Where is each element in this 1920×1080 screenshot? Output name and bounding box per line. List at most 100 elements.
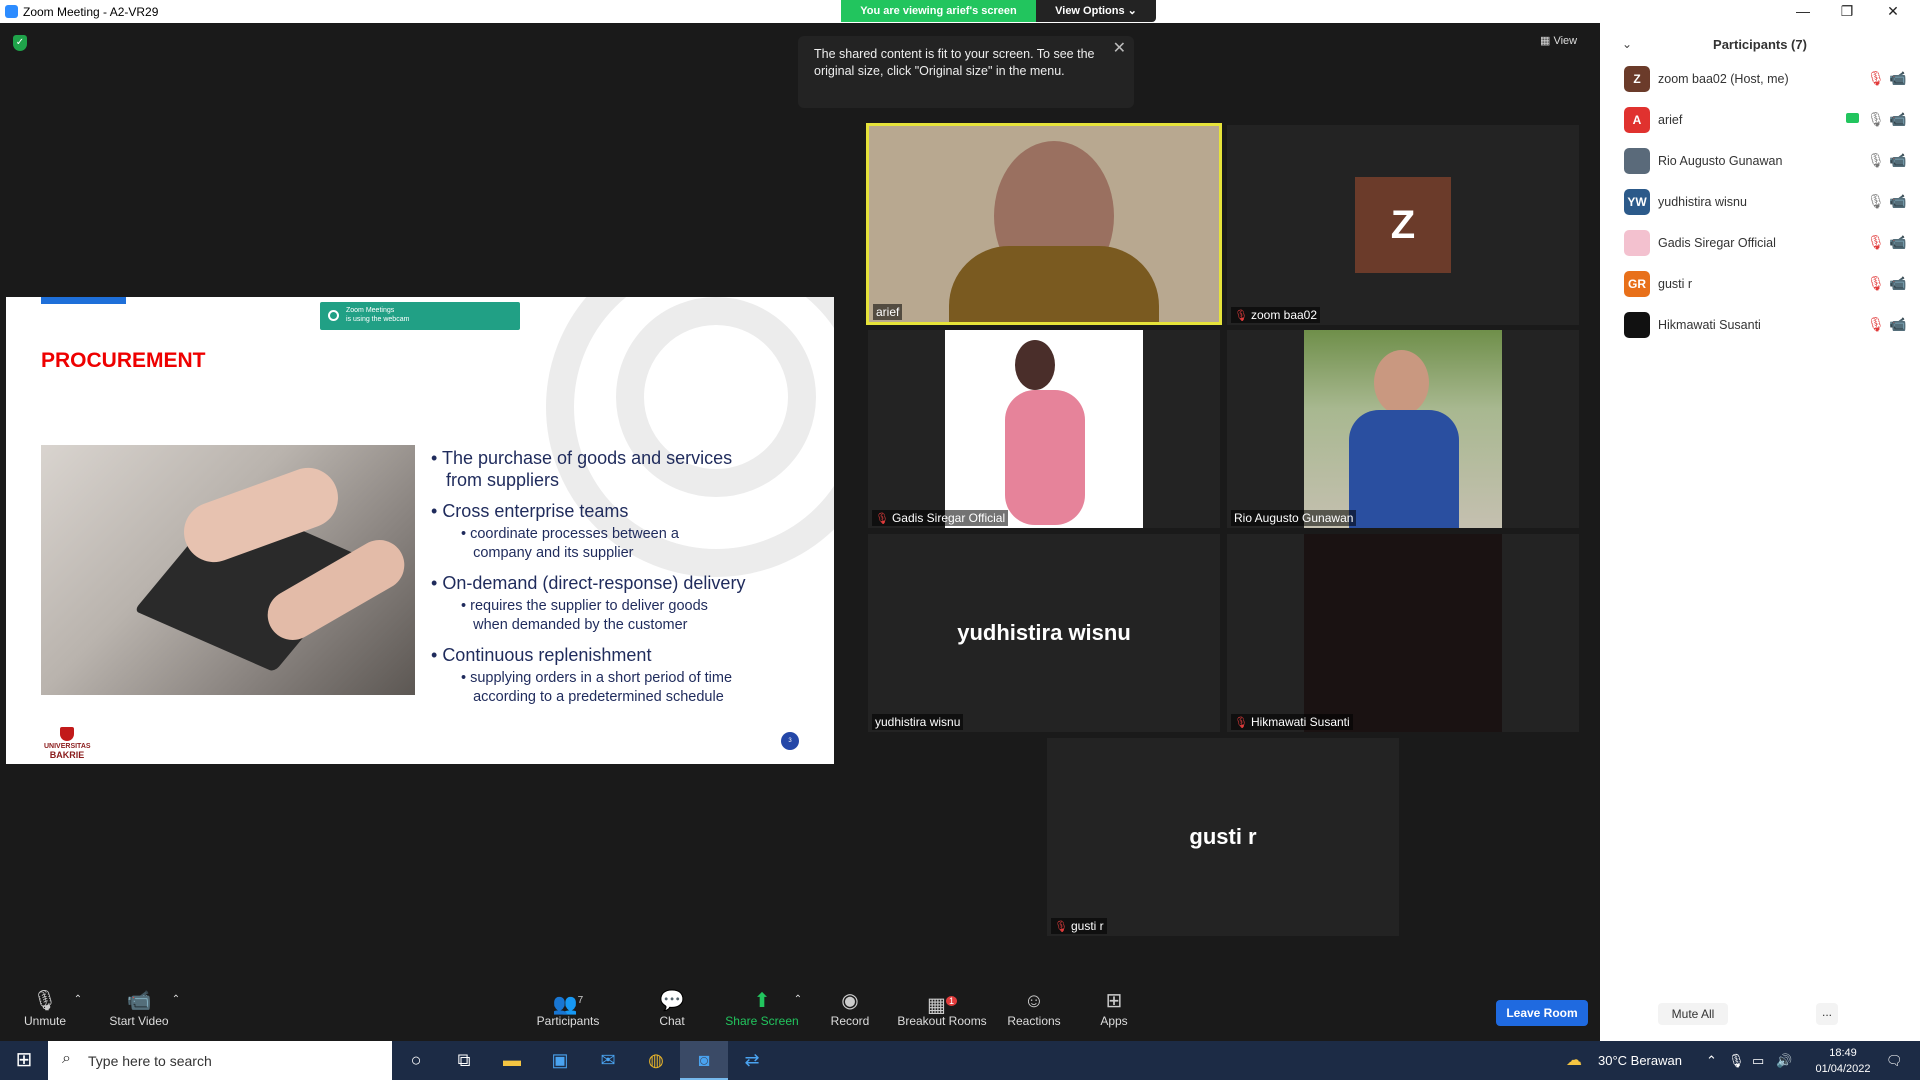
video-off-icon[interactable]: 📹 [1889, 193, 1906, 210]
share-screen-button[interactable]: ⬆ Share Screen [722, 988, 802, 1028]
network-icon[interactable]: ▭ [1752, 1041, 1764, 1080]
record-button[interactable]: ◉ Record [830, 988, 870, 1028]
mute-all-button[interactable]: Mute All [1658, 1003, 1728, 1025]
apps-label: Apps [1100, 1014, 1128, 1028]
close-window-button[interactable]: ✕ [1878, 2, 1908, 22]
tray-chevron-icon[interactable]: ⌃ [1706, 1041, 1717, 1080]
video-off-icon[interactable]: 📹 [1889, 316, 1906, 333]
avatar: GR [1624, 271, 1650, 297]
bullet-4-sub2: according to a predetermined schedule [473, 689, 724, 705]
muted-mic-icon[interactable]: 🎙 [1867, 234, 1885, 251]
notification-icon[interactable]: 🗨 [1886, 1041, 1903, 1080]
share-options-caret[interactable]: ⌃ [792, 994, 804, 1005]
system-clock[interactable]: 18:49 01/04/2022 [1808, 1045, 1878, 1077]
restore-button[interactable]: ❐ [1832, 2, 1862, 22]
audio-options-caret[interactable]: ⌃ [72, 994, 84, 1005]
participant-row[interactable]: Gadis Siregar Official 🎙 📹 [1624, 228, 1914, 256]
logo-line1: UNIVERSITAS [44, 743, 91, 750]
tile-display-name: yudhistira wisnu [957, 620, 1131, 645]
taskbar-search-box[interactable]: ⌕ Type here to search [48, 1041, 392, 1080]
webcam-icon [328, 310, 339, 321]
participant-row[interactable]: YW yudhistira wisnu 🎙 📹 [1624, 187, 1914, 215]
participant-row[interactable]: GR gusti r 🎙 📹 [1624, 269, 1914, 297]
chat-button[interactable]: 💬 Chat [652, 988, 692, 1028]
video-options-caret[interactable]: ⌃ [170, 994, 182, 1005]
dress-shape [1005, 390, 1085, 525]
bullet-2-sub: • coordinate processes between a company… [461, 526, 679, 561]
file-explorer-icon[interactable]: ▬ [488, 1041, 536, 1080]
participant-row[interactable]: Aarief 🎙 📹 [1624, 105, 1914, 133]
participant-name: gusti r [1658, 277, 1693, 291]
muted-mic-icon[interactable]: 🎙 [1867, 70, 1885, 87]
video-tile-gadis[interactable]: 🎙 Gadis Siregar Official [868, 330, 1220, 528]
video-tile-arief[interactable]: arief [866, 123, 1222, 325]
participant-row[interactable]: Zzoom baa02 (Host, me) 🎙 📹 [1624, 64, 1914, 92]
view-options-button[interactable]: View Options ⌄ [1036, 0, 1156, 22]
participants-icon: 👥7 [552, 993, 584, 1016]
task-view-icon[interactable]: ⧉ [440, 1041, 488, 1080]
bullet-1-text2: from suppliers [446, 470, 560, 490]
clock-date: 01/04/2022 [1815, 1063, 1871, 1075]
mic-icon[interactable]: 🎙 [1867, 152, 1885, 169]
teamviewer-icon[interactable]: ⇄ [728, 1041, 776, 1080]
participant-name: zoom baa02 (Host, me) [1658, 72, 1789, 86]
avatar: A [1624, 107, 1650, 133]
video-off-icon[interactable]: 📹 [1889, 152, 1906, 169]
shared-screen[interactable]: Zoom Meetings is using the webcam PROCUR… [6, 297, 834, 764]
store-icon[interactable]: ▣ [536, 1041, 584, 1080]
minimize-button[interactable]: — [1788, 2, 1818, 22]
start-video-button[interactable]: 📹 Start Video [104, 988, 174, 1028]
video-tile-rio[interactable]: Rio Augusto Gunawan [1227, 330, 1579, 528]
video-off-icon[interactable]: 📹 [1889, 234, 1906, 251]
participant-row[interactable]: Rio Augusto Gunawan 🎙 📹 [1624, 146, 1914, 174]
slide-accent-bar [41, 297, 126, 304]
muted-mic-icon: 🎙 [875, 513, 889, 525]
bullet-4-text: Continuous replenishment [442, 645, 652, 665]
bullet-3-sub1: requires the supplier to deliver goods [470, 598, 708, 614]
tile-name-label: 🎙 zoom baa02 [1231, 307, 1321, 323]
tooltip-close-button[interactable]: ✕ [1113, 40, 1126, 57]
reactions-button[interactable]: ☺ Reactions [1004, 988, 1064, 1028]
view-layout-button[interactable]: ▦ View [1540, 34, 1577, 47]
participants-button[interactable]: 👥7 Participants [530, 988, 606, 1028]
microphone-tray-icon[interactable]: 🎙 [1728, 1041, 1745, 1080]
muted-mic-icon[interactable]: 🎙 [1867, 316, 1885, 333]
leave-room-button[interactable]: Leave Room [1496, 1000, 1588, 1026]
muted-mic-icon: 🎙 [32, 990, 58, 1012]
more-options-button[interactable]: ... [1816, 1003, 1838, 1025]
video-tile-zoom-baa02[interactable]: Z 🎙 zoom baa02 [1227, 125, 1579, 325]
muted-mic-icon[interactable]: 🎙 [1867, 275, 1885, 292]
encryption-shield-icon[interactable]: ✓ [13, 35, 27, 51]
apps-button[interactable]: ⊞ Apps [1094, 988, 1134, 1028]
clock-time: 18:49 [1829, 1047, 1857, 1059]
video-icon[interactable]: 📹 [1889, 111, 1906, 128]
cortana-icon[interactable]: ○ [392, 1041, 440, 1080]
avatar [1624, 148, 1650, 174]
video-off-icon[interactable]: 📹 [1889, 70, 1906, 87]
mail-icon[interactable]: ✉ [584, 1041, 632, 1080]
video-off-icon[interactable]: 📹 [1889, 275, 1906, 292]
participant-name: yudhistira wisnu [1658, 195, 1747, 209]
tile-name: gusti r [1070, 919, 1104, 933]
zoom-taskbar-icon[interactable]: ◙ [680, 1041, 728, 1080]
mic-icon[interactable]: 🎙 [1867, 193, 1885, 210]
chat-icon: 💬 [659, 990, 685, 1012]
chrome-icon[interactable]: ◍ [632, 1041, 680, 1080]
participant-row[interactable]: Hikmawati Susanti 🎙 📹 [1624, 310, 1914, 338]
windows-start-icon[interactable]: ⊞ [0, 1041, 48, 1080]
bullet-3-sub2: when demanded by the customer [473, 617, 688, 633]
volume-icon[interactable]: 🔊 [1776, 1041, 1792, 1080]
record-icon: ◉ [841, 990, 859, 1012]
unmute-button[interactable]: 🎙 Unmute [20, 988, 70, 1028]
panel-title: Participants (7) [1713, 37, 1807, 52]
bullet-2-sub2: company and its supplier [473, 545, 634, 561]
profile-photo [1304, 534, 1502, 732]
mic-icon[interactable]: 🎙 [1867, 111, 1885, 128]
video-tile-hikmawati[interactable]: 🎙 Hikmawati Susanti [1227, 534, 1579, 732]
participants-label: Participants [536, 1014, 600, 1028]
tile-name-label: 🎙 gusti r [1051, 918, 1107, 934]
video-tile-yudhistira[interactable]: yudhistira wisnu yudhistira wisnu [868, 534, 1220, 732]
video-tile-gusti[interactable]: gusti r 🎙 gusti r [1047, 738, 1399, 936]
breakout-rooms-button[interactable]: ▦ 1 Breakout Rooms [896, 988, 988, 1028]
weather-text[interactable]: 30°C Berawan [1598, 1041, 1682, 1080]
